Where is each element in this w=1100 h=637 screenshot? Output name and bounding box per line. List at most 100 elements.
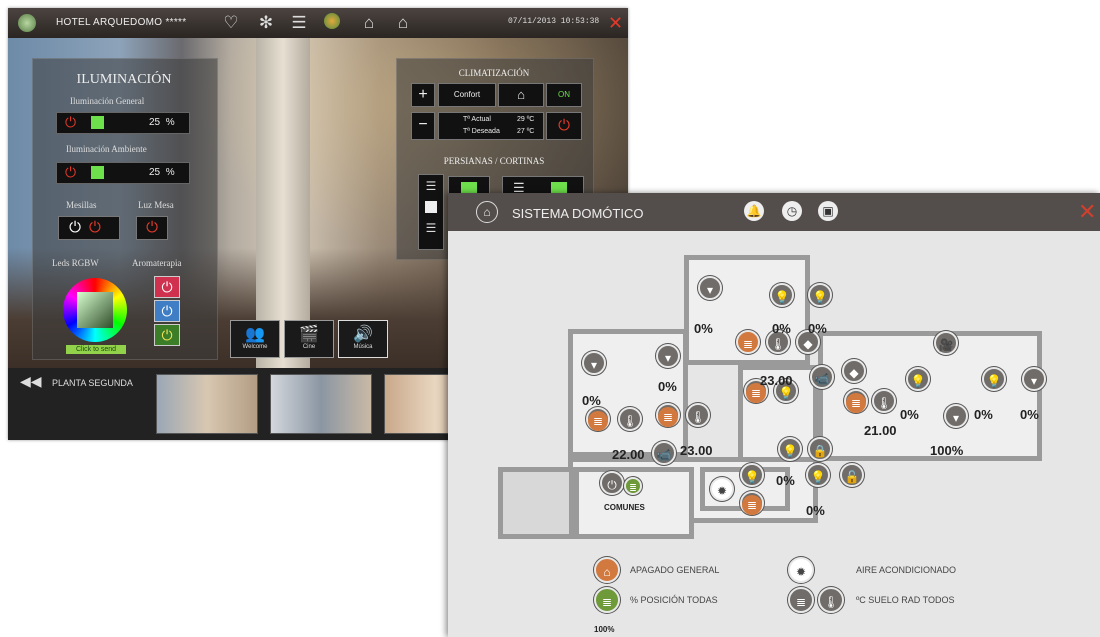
security-camera-icon[interactable]: 📹 — [810, 365, 834, 389]
temp-down-button[interactable]: − — [411, 112, 435, 140]
climate-on-toggle[interactable]: ON — [546, 83, 582, 107]
temp-up-button[interactable]: + — [411, 83, 435, 107]
aroma-blue-button[interactable]: ⏻ — [154, 300, 180, 322]
mesillas-label: Mesillas — [66, 200, 97, 210]
blind-icon[interactable]: ▾ — [944, 404, 968, 428]
actual-temp-value: 29 ºC — [517, 116, 535, 123]
hotel-title-bar: HOTEL ARQUEDOMO ***** ♡ ✻ ☰ ⌂ ⌂ 07/11/20… — [8, 8, 628, 38]
security-camera-icon[interactable]: 📹 — [652, 441, 676, 465]
blind-position-value: 0% — [694, 321, 713, 336]
position-all-value: 100% — [594, 625, 615, 634]
lock-icon[interactable]: 🔒 — [808, 437, 832, 461]
close-icon[interactable]: ✕ — [608, 13, 623, 34]
temperature-value: 23.00 — [760, 373, 793, 388]
light-level-value: 0% — [900, 407, 919, 422]
desired-temp-label: Tª Deseada — [463, 128, 500, 135]
thermometer-icon[interactable]: 🌡 — [818, 587, 844, 613]
aroma-label: Aromaterapia — [132, 258, 182, 268]
dimmer-level-indicator[interactable] — [91, 116, 104, 129]
blinds-icon[interactable]: ☰ — [288, 13, 310, 33]
heating-icon[interactable]: ≣ — [740, 491, 764, 515]
mesillas-buttons[interactable]: ⏻⏻ — [58, 216, 120, 240]
light-bulb-icon[interactable]: 💡 — [770, 283, 794, 307]
climate-power-button[interactable]: ⏻ — [546, 112, 582, 140]
legend-off-all: APAGADO GENERAL — [630, 565, 720, 575]
floor-heating-icon[interactable]: ≣ — [788, 587, 814, 613]
lighting-heading: ILUMINACIÓN — [76, 72, 172, 87]
light-bulb-icon[interactable]: 💡 — [808, 283, 832, 307]
heating-icon[interactable]: ≣ — [656, 403, 680, 427]
temperature-readout: Tª Actual 29 ºC Tª Deseada 27 ºC — [438, 112, 544, 140]
blind-position-value: 0% — [582, 393, 601, 408]
thermometer-icon[interactable]: 🌡 — [686, 403, 710, 427]
climate-mode[interactable]: Confort — [438, 83, 496, 107]
air-conditioning-icon[interactable]: ✹ — [710, 477, 734, 501]
actual-temp-label: Tª Actual — [463, 116, 491, 123]
temperature-value: 21.00 — [864, 423, 897, 438]
light-bulb-icon[interactable]: 💡 — [740, 463, 764, 487]
camera-icon[interactable]: 🎥 — [934, 331, 958, 355]
heating-icon[interactable]: ≣ — [736, 330, 760, 354]
clock-icon[interactable]: ◷ — [782, 201, 802, 221]
click-to-send-button[interactable]: Click to send — [66, 345, 126, 354]
luz-mesa-button[interactable]: ⏻ — [136, 216, 168, 240]
scene-music-button[interactable]: 🔊 Música — [338, 320, 388, 358]
domotic-title: SISTEMA DOMÓTICO — [512, 206, 644, 221]
hotel-title: HOTEL ARQUEDOMO ***** — [56, 17, 187, 28]
sensor-icon[interactable]: ◆ — [842, 359, 866, 383]
power-icon[interactable]: ⏻ — [65, 164, 76, 181]
light-bulb-icon[interactable]: 💡 — [982, 367, 1006, 391]
aroma-red-button[interactable]: ⏻ — [154, 276, 180, 298]
camera-icon[interactable]: ⌂ — [358, 13, 380, 33]
home-icon[interactable]: ⌂ — [392, 13, 414, 33]
position-all-icon[interactable]: ≣ — [594, 587, 620, 613]
light-level-value: 0% — [772, 321, 791, 336]
scene-cine-button[interactable]: 🎬 Cine — [284, 320, 334, 358]
thermometer-icon[interactable]: 🌡 — [618, 407, 642, 431]
light-bulb-icon[interactable]: 💡 — [778, 437, 802, 461]
scene-welcome-button[interactable]: 👥 Welcome — [230, 320, 280, 358]
ambient-light-dimmer[interactable]: ⏻ 25 % — [56, 162, 190, 184]
snowflake-icon[interactable]: ✻ — [255, 13, 277, 33]
ac-icon[interactable]: ✹ — [788, 557, 814, 583]
blind-icon[interactable]: ▾ — [698, 276, 722, 300]
blind-icon[interactable]: ▾ — [656, 344, 680, 368]
blind-icon[interactable]: ▾ — [582, 351, 606, 375]
light-level-value: 0% — [806, 503, 825, 518]
back-arrow-icon[interactable]: ◀◀ — [20, 373, 42, 390]
rgb-color-wheel[interactable] — [63, 278, 127, 342]
home-icon[interactable]: ⌂ — [476, 201, 498, 223]
blind-controls[interactable]: ☰ ☰ — [418, 174, 444, 250]
light-bulb-icon[interactable]: 💡 — [806, 463, 830, 487]
light-bulb-icon[interactable]: 💡 — [906, 367, 930, 391]
desired-temp-value: 27 ºC — [517, 128, 535, 135]
off-all-icon[interactable]: ⌂ — [594, 557, 620, 583]
bulb-icon[interactable]: ♡ — [220, 13, 242, 33]
thermometer-icon[interactable]: 🌡 — [872, 389, 896, 413]
temperature-value: 22.00 — [612, 447, 645, 462]
luz-mesa-label: Luz Mesa — [138, 200, 174, 210]
domotic-title-bar: ⌂ SISTEMA DOMÓTICO 🔔 ◷ ▣ ✕ — [448, 193, 1100, 231]
leds-label: Leds RGBW — [52, 258, 99, 268]
close-icon[interactable]: ✕ — [1078, 199, 1096, 225]
camera-icon[interactable]: ▣ — [818, 201, 838, 221]
floor-label: PLANTA SEGUNDA — [52, 378, 133, 388]
temperature-value: 23.00 — [680, 443, 713, 458]
dimmer-level-indicator[interactable] — [91, 166, 104, 179]
heating-icon[interactable]: ≣ — [586, 407, 610, 431]
power-icon[interactable]: ⏻ — [65, 114, 76, 131]
blind-icon[interactable]: ▾ — [1022, 367, 1046, 391]
aroma-green-button[interactable]: ⏻ — [154, 324, 180, 346]
room-thumbnail[interactable] — [156, 374, 258, 434]
blinds-position-icon[interactable]: ≣ — [624, 477, 642, 495]
lock-icon[interactable]: 🔓 — [840, 463, 864, 487]
power-icon[interactable]: ⏻ — [600, 471, 624, 495]
bell-icon[interactable]: 🔔 — [744, 201, 764, 221]
general-light-dimmer[interactable]: ⏻ 25 % — [56, 112, 190, 134]
room-thumbnail[interactable] — [270, 374, 372, 434]
climate-home-icon[interactable]: ⌂ — [498, 83, 544, 107]
ambient-light-value: 25 % — [149, 167, 175, 178]
globe-icon[interactable] — [321, 13, 343, 34]
light-level-value: 0% — [808, 321, 827, 336]
heating-icon[interactable]: ≣ — [844, 389, 868, 413]
